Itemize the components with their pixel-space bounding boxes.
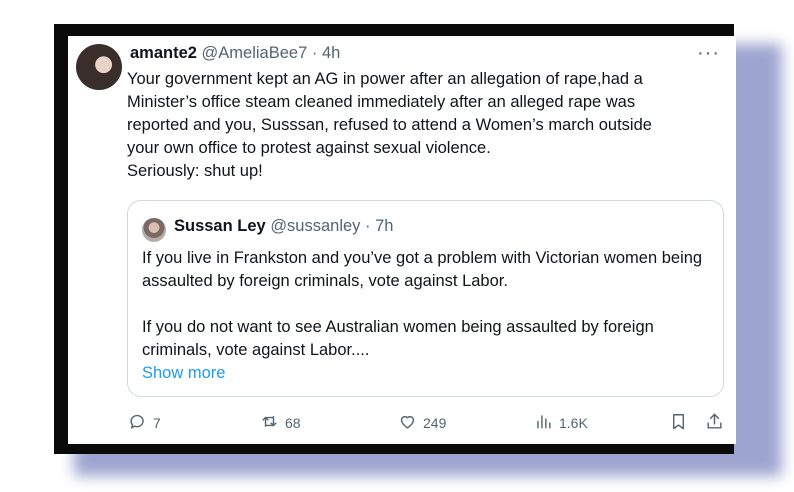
quoted-author-avatar[interactable] bbox=[142, 218, 166, 242]
tweet-time[interactable]: 4h bbox=[322, 44, 340, 62]
quoted-tweet-text: If you live in Frankston and you’ve got … bbox=[142, 247, 712, 385]
tweet-header: amante2 @AmeliaBee7 · 4h ··· bbox=[130, 42, 726, 68]
quoted-paragraph-2: If you do not want to see Australian wom… bbox=[142, 318, 654, 359]
show-more-link[interactable]: Show more bbox=[142, 364, 225, 383]
repost-icon bbox=[260, 412, 279, 434]
quoted-paragraph-1: If you live in Frankston and you’ve got … bbox=[142, 249, 703, 290]
quoted-author-handle[interactable]: @sussanley bbox=[270, 217, 360, 235]
views-count: 1.6K bbox=[559, 415, 588, 431]
separator-dot: · bbox=[311, 44, 318, 62]
action-bar: 7 68 249 1.6K bbox=[68, 412, 736, 440]
repost-button[interactable]: 68 bbox=[260, 412, 301, 434]
more-options-icon[interactable]: ··· bbox=[697, 42, 720, 65]
tweet-text: Your government kept an AG in power afte… bbox=[127, 68, 727, 183]
tweet-line: reported and you, Susssan, refused to at… bbox=[127, 116, 652, 134]
tweet-line: your own office to protest against sexua… bbox=[127, 139, 491, 157]
quoted-tweet-header: Sussan Ley @sussanley · 7h bbox=[174, 217, 393, 236]
tweet-line: Seriously: shut up! bbox=[127, 162, 263, 180]
author-name[interactable]: amante2 bbox=[130, 44, 197, 62]
reply-count: 7 bbox=[153, 415, 161, 431]
author-avatar[interactable] bbox=[76, 44, 122, 90]
views-button[interactable]: 1.6K bbox=[534, 412, 588, 434]
share-icon bbox=[705, 412, 724, 434]
tweet-line: Your government kept an AG in power afte… bbox=[127, 70, 643, 88]
separator-dot: · bbox=[365, 217, 371, 235]
quoted-tweet[interactable]: Sussan Ley @sussanley · 7h If you live i… bbox=[127, 200, 724, 397]
quoted-tweet-time[interactable]: 7h bbox=[375, 217, 393, 235]
share-button[interactable] bbox=[705, 412, 724, 434]
bookmark-icon bbox=[669, 412, 688, 434]
reply-button[interactable]: 7 bbox=[128, 412, 161, 434]
bookmark-button[interactable] bbox=[669, 412, 688, 434]
like-icon bbox=[398, 412, 417, 434]
tweet-card[interactable]: amante2 @AmeliaBee7 · 4h ··· Your govern… bbox=[68, 36, 736, 444]
author-handle[interactable]: @AmeliaBee7 bbox=[202, 44, 308, 62]
repost-count: 68 bbox=[285, 415, 301, 431]
views-icon bbox=[534, 412, 553, 434]
tweet-line: Minister’s office steam cleaned immediat… bbox=[127, 93, 636, 111]
reply-icon bbox=[128, 412, 147, 434]
like-button[interactable]: 249 bbox=[398, 412, 446, 434]
like-count: 249 bbox=[423, 415, 447, 431]
quoted-author-name[interactable]: Sussan Ley bbox=[174, 217, 266, 235]
